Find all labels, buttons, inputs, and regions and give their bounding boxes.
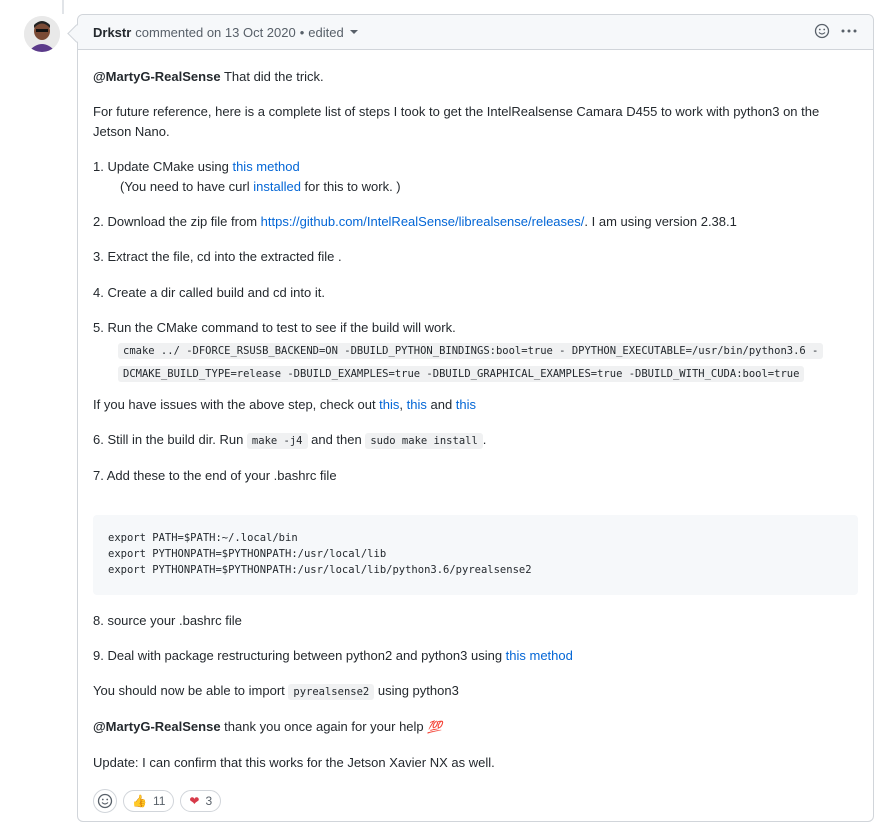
step-6-suffix: . [482,432,487,447]
list-item: 9. Deal with package restructuring betwe… [93,646,573,666]
thanks-text: thank you once again for your help [220,719,428,734]
link-installed[interactable]: installed [253,179,301,194]
link-this-2[interactable]: this [407,397,427,412]
step-9-text: 9. Deal with package restructuring betwe… [93,648,506,663]
bullet-separator: • [299,24,305,40]
reference-line-1: For future reference, here is a complete… [93,104,820,119]
link-this-method[interactable]: this method [232,159,299,174]
step-2-suffix: . I am using version 2.38.1 [584,214,737,229]
heart-icon: ❤ [189,794,200,808]
link-releases[interactable]: https://github.com/IntelRealSense/librea… [261,214,585,229]
step-6-text: 6. Still in the build dir. Run [93,432,247,447]
intro-text: That did the trick. [220,69,324,84]
list-item: 6. Still in the build dir. Run make -j4 … [93,430,486,451]
list-item: 5. Run the CMake command to test to see … [93,320,456,335]
edited-dropdown[interactable]: edited [308,24,358,40]
step-2-text: 2. Download the zip file from [93,214,261,229]
comment-timestamp[interactable]: commented on 13 Oct 2020 [135,25,295,40]
reaction-heart[interactable]: ❤ 3 [180,790,222,812]
kebab-horizontal-icon[interactable] [840,23,858,39]
thumbs-up-icon: 👍 [132,794,147,808]
hundred-points-icon: 💯 [427,720,443,734]
comment-author[interactable]: Drkstr [93,25,131,40]
step-1-note-suffix: for this to work. ) [300,179,401,194]
paragraph-thanks: @MartyG-RealSense thank you once again f… [93,717,442,737]
list-item: 2. Download the zip file from https://gi… [93,212,737,232]
issues-comma: , [399,397,407,412]
list-item: 8. source your .bashrc file [93,613,242,628]
issues-and: and [426,397,456,412]
paragraph-import: You should now be able to import pyreals… [93,681,459,702]
user-mention[interactable]: @MartyG-RealSense [93,69,221,84]
reaction-count: 11 [152,794,166,808]
avatar[interactable] [24,16,60,52]
header-actions [814,23,858,39]
inline-code: make -j4 [246,433,308,449]
code-block: export PATH=$PATH:~/.local/bin export PY… [93,515,858,595]
issues-text: If you have issues with the above step, … [93,397,380,412]
step-6-mid: and then [307,432,366,447]
step-1-note: (You need to have curl [120,179,254,194]
smiley-icon[interactable] [814,23,830,39]
list-item: 1. Update CMake using this method [93,157,300,177]
reference-line-2: Jetson Nano. [93,124,170,139]
import-text: You should now be able to import [93,683,289,698]
comment-box: Drkstr commented on 13 Oct 2020 • edited… [77,14,874,822]
paragraph-issues: If you have issues with the above step, … [93,395,476,415]
edited-label: edited [308,24,344,40]
inline-code: sudo make install [365,433,483,449]
add-reaction-button[interactable] [93,789,117,813]
user-mention[interactable]: @MartyG-RealSense [93,719,221,734]
list-item: 3. Extract the file, cd into the extract… [93,249,342,264]
paragraph-intro: @MartyG-RealSense That did the trick. [93,67,324,87]
link-this-method-2[interactable]: this method [506,648,573,663]
link-this-1[interactable]: this [379,397,399,412]
cmake-command: cmake ../ -DFORCE_RSUSB_BACKEND=ON -DBUI… [118,339,824,385]
step-1-text: 1. Update CMake using [93,159,233,174]
comment-header: Drkstr commented on 13 Oct 2020 • edited [78,15,873,50]
paragraph-update: Update: I can confirm that this works fo… [93,755,495,770]
list-item: 7. Add these to the end of your .bashrc … [93,468,337,483]
inline-code: DCMAKE_BUILD_TYPE=release -DBUILD_EXAMPL… [118,366,805,382]
avatar-image [24,16,60,52]
chevron-down-icon [349,30,358,34]
link-this-3[interactable]: this [456,397,476,412]
reaction-count: 3 [205,794,213,808]
reactions-bar: 👍 11 ❤ 3 [93,789,222,813]
timeline-line [62,0,64,14]
paragraph-reference: For future reference, here is a complete… [93,102,819,142]
smiley-icon [97,793,113,809]
list-item-note: (You need to have curl installed for thi… [120,177,401,197]
inline-code: cmake ../ -DFORCE_RSUSB_BACKEND=ON -DBUI… [118,343,824,359]
inline-code: pyrealsense2 [288,684,375,700]
reaction-thumbs-up[interactable]: 👍 11 [123,790,175,812]
list-item: 4. Create a dir called build and cd into… [93,285,325,300]
import-suffix: using python3 [374,683,459,698]
